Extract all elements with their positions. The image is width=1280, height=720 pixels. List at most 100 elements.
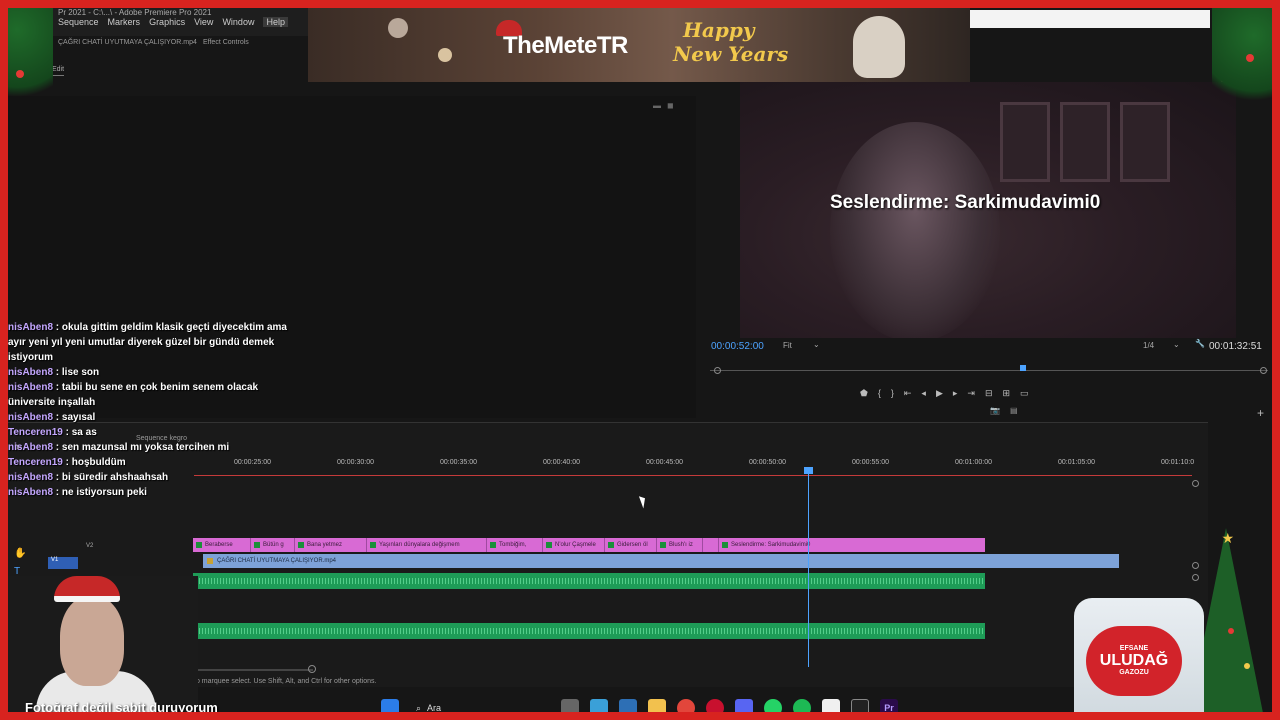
- go-to-out-icon[interactable]: ⇥: [967, 388, 975, 399]
- task-view-icon[interactable]: [561, 699, 579, 712]
- program-monitor-controls: 00:00:52:00 Fit ⌄ 1/4 ⌄ 🔧 00:01:32:51 ⬟ …: [708, 338, 1268, 420]
- ornament-icon: [1244, 663, 1250, 669]
- soda-logo: EFSANE ULUDAĞ GAZOZU: [1086, 626, 1182, 696]
- menu-list: Sequence Markers Graphics View Window He…: [58, 17, 288, 27]
- play-icon[interactable]: ▶: [936, 388, 943, 399]
- chat-text: istiyorum: [8, 352, 54, 363]
- menu-sequence[interactable]: Sequence: [58, 17, 99, 27]
- spotify-icon[interactable]: [793, 699, 811, 712]
- sequence-duration: 00:01:32:51: [1209, 341, 1262, 352]
- v2-clip[interactable]: Tombiğim,: [487, 538, 543, 552]
- menu-graphics[interactable]: Graphics: [149, 17, 185, 27]
- track-label-v2[interactable]: V2: [86, 543, 93, 549]
- chat-text: sayısal: [61, 412, 96, 423]
- panel-export-icon[interactable]: ◼: [667, 101, 674, 110]
- v2-clip[interactable]: Beraberse: [193, 538, 251, 552]
- premiere-icon[interactable]: Pr: [880, 699, 898, 712]
- clip-label: Yaşınları dünyalara değişmem: [379, 542, 460, 548]
- timeline-scrollbar[interactable]: [193, 669, 313, 671]
- menu-window[interactable]: Window: [222, 17, 254, 27]
- proxy-toggle-icon[interactable]: ▤: [1010, 406, 1018, 415]
- secondary-controls: 📷 ▤: [990, 406, 1018, 415]
- audio-track-1-clip[interactable]: [193, 573, 985, 589]
- chat-separator: :: [62, 427, 72, 438]
- v2-clip[interactable]: Bütün g: [251, 538, 295, 552]
- mark-out-icon[interactable]: }: [891, 388, 894, 399]
- copilot-icon[interactable]: [590, 699, 608, 712]
- chat-username: nisAben8: [8, 382, 54, 393]
- ruler-label: 00:00:55:00: [852, 459, 889, 466]
- wrench-icon[interactable]: 🔧: [1195, 339, 1205, 348]
- opera-icon[interactable]: [706, 699, 724, 712]
- resolution-dropdown[interactable]: 1/4: [1143, 341, 1154, 350]
- step-back-icon[interactable]: ◂: [921, 388, 926, 399]
- ornament-icon: [1228, 628, 1234, 634]
- search-icon: ⌕: [416, 702, 422, 713]
- export-frame-icon[interactable]: 📷: [990, 406, 1000, 415]
- clip-label: Tombiğim,: [499, 542, 527, 548]
- monitor-timecode[interactable]: 00:00:52:00: [711, 341, 764, 352]
- santa-hat-icon: [54, 576, 120, 602]
- chat-message: nisAben8 : sen mazunsal mı yoksa tercihe…: [8, 440, 308, 455]
- panel-menu-icon[interactable]: ▬: [653, 101, 661, 110]
- v2-clip[interactable]: Gidersen öl: [605, 538, 657, 552]
- store-icon[interactable]: [619, 699, 637, 712]
- chevron-down-icon[interactable]: ⌄: [813, 340, 820, 349]
- timeline-scroll-handle[interactable]: [308, 665, 316, 673]
- extract-icon[interactable]: ⊞: [1002, 388, 1010, 399]
- menu-view[interactable]: View: [194, 17, 213, 27]
- monitor-playhead[interactable]: [1019, 365, 1026, 371]
- v2-clip[interactable]: Blush'ı iz: [657, 538, 703, 552]
- scrub-end-handle[interactable]: [1260, 367, 1267, 374]
- v2-clip[interactable]: N'olur Çaşmele: [543, 538, 605, 552]
- v2-clip[interactable]: Seslendirme: Sarkimudavimi0: [719, 538, 985, 552]
- whatsapp-icon[interactable]: [764, 699, 782, 712]
- taskbar-search[interactable]: ⌕ Ara: [410, 698, 550, 713]
- hand-tool-icon[interactable]: ✋: [14, 548, 26, 559]
- chat-text: ayır yeni yıl yeni umutlar diyerek güzel…: [8, 337, 275, 348]
- button-editor-plus-icon[interactable]: +: [1257, 406, 1264, 420]
- step-forward-icon[interactable]: ▸: [953, 388, 958, 399]
- zoom-handle[interactable]: [1192, 480, 1199, 487]
- add-marker-icon[interactable]: ⬟: [860, 388, 868, 399]
- chevron-down-icon[interactable]: ⌄: [1173, 340, 1180, 349]
- discord-icon[interactable]: [735, 699, 753, 712]
- chat-message: nisAben8 : bi süredir ahshaahsah: [8, 470, 308, 485]
- go-to-in-icon[interactable]: ⇤: [904, 388, 912, 399]
- v2-clip[interactable]: Bana yetmez: [295, 538, 367, 552]
- file-explorer-icon[interactable]: [648, 699, 666, 712]
- windows-icon[interactable]: [381, 699, 399, 712]
- panel-icons: ▬ ◼: [653, 101, 674, 110]
- v2-clip[interactable]: Yaşınları dünyalara değişmem: [367, 538, 487, 552]
- workspace-edit-tab[interactable]: Edit: [52, 66, 65, 76]
- christmas-garland-right: [1212, 8, 1272, 118]
- monitor-scrub-bar[interactable]: [710, 370, 1268, 371]
- video-track-1-clip[interactable]: ÇAĞRI CHATİ UYUTMAYA ÇALIŞIYOR.mp4: [203, 554, 1119, 568]
- chat-message: nisAben8 : lise son: [8, 365, 308, 380]
- scrub-start-handle[interactable]: [714, 367, 721, 374]
- chat-message: istiyorum: [8, 350, 308, 365]
- comparison-view-icon[interactable]: ▭: [1020, 388, 1029, 399]
- chat-separator: :: [53, 382, 62, 393]
- fit-dropdown[interactable]: Fit: [783, 341, 792, 350]
- source-tab[interactable]: ÇAĞRI CHATİ UYUTMAYA ÇALIŞIYOR.mp4: [58, 39, 197, 46]
- mark-in-icon[interactable]: {: [878, 388, 881, 399]
- menu-help[interactable]: Help: [263, 17, 288, 27]
- chat-message: nisAben8 : okula gittim geldim klasik ge…: [8, 320, 308, 335]
- ruler-label: 00:00:40:00: [543, 459, 580, 466]
- capcut-icon[interactable]: [851, 699, 869, 712]
- chat-text: tabii bu sene en çok benim senem olacak: [61, 382, 259, 393]
- chrome-icon[interactable]: [677, 699, 695, 712]
- menu-markers[interactable]: Markers: [108, 17, 141, 27]
- clip-fx-icon: [608, 542, 614, 548]
- lift-icon[interactable]: ⊟: [985, 388, 993, 399]
- audio-track-2-clip[interactable]: [193, 623, 985, 639]
- effect-controls-tab[interactable]: Effect Controls: [203, 39, 249, 46]
- microsoft-store-icon[interactable]: [822, 699, 840, 712]
- chat-username: nisAben8: [8, 322, 54, 333]
- v2-clip[interactable]: [703, 538, 719, 552]
- clip-label: Gidersen öl: [617, 542, 648, 548]
- track-label-v1[interactable]: V1: [48, 557, 78, 569]
- ornament-icon: [438, 48, 452, 62]
- chat-separator: :: [53, 442, 62, 453]
